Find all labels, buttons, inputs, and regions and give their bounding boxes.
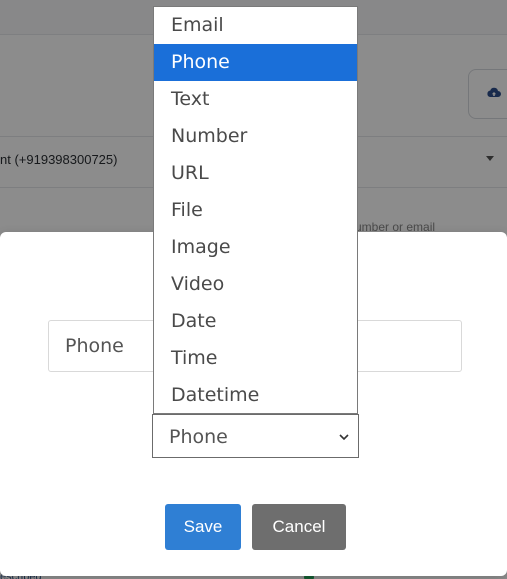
field-type-select[interactable]: Phone	[152, 414, 359, 458]
field-type-options: Email Phone Text Number URL File Image Video Dat…	[153, 6, 358, 414]
chevron-down-icon	[339, 434, 349, 441]
dropdown-option-image[interactable]: Image	[154, 229, 357, 266]
dropdown-option-video[interactable]: Video	[154, 266, 357, 303]
dropdown-option-url[interactable]: URL	[154, 155, 357, 192]
dropdown-option-datetime[interactable]: Datetime	[154, 377, 357, 414]
field-type-value: Phone	[169, 426, 228, 448]
dropdown-option-time[interactable]: Time	[154, 340, 357, 377]
dropdown-option-email[interactable]: Email	[154, 7, 357, 44]
screen: nt (+919398300725) umber or email escrib…	[0, 0, 507, 579]
dropdown-option-phone[interactable]: Phone	[154, 44, 357, 81]
dropdown-option-text[interactable]: Text	[154, 81, 357, 118]
dropdown-option-date[interactable]: Date	[154, 303, 357, 340]
dropdown-option-file[interactable]: File	[154, 192, 357, 229]
cancel-button[interactable]: Cancel	[252, 504, 346, 550]
dropdown-option-number[interactable]: Number	[154, 118, 357, 155]
save-button[interactable]: Save	[165, 504, 241, 550]
